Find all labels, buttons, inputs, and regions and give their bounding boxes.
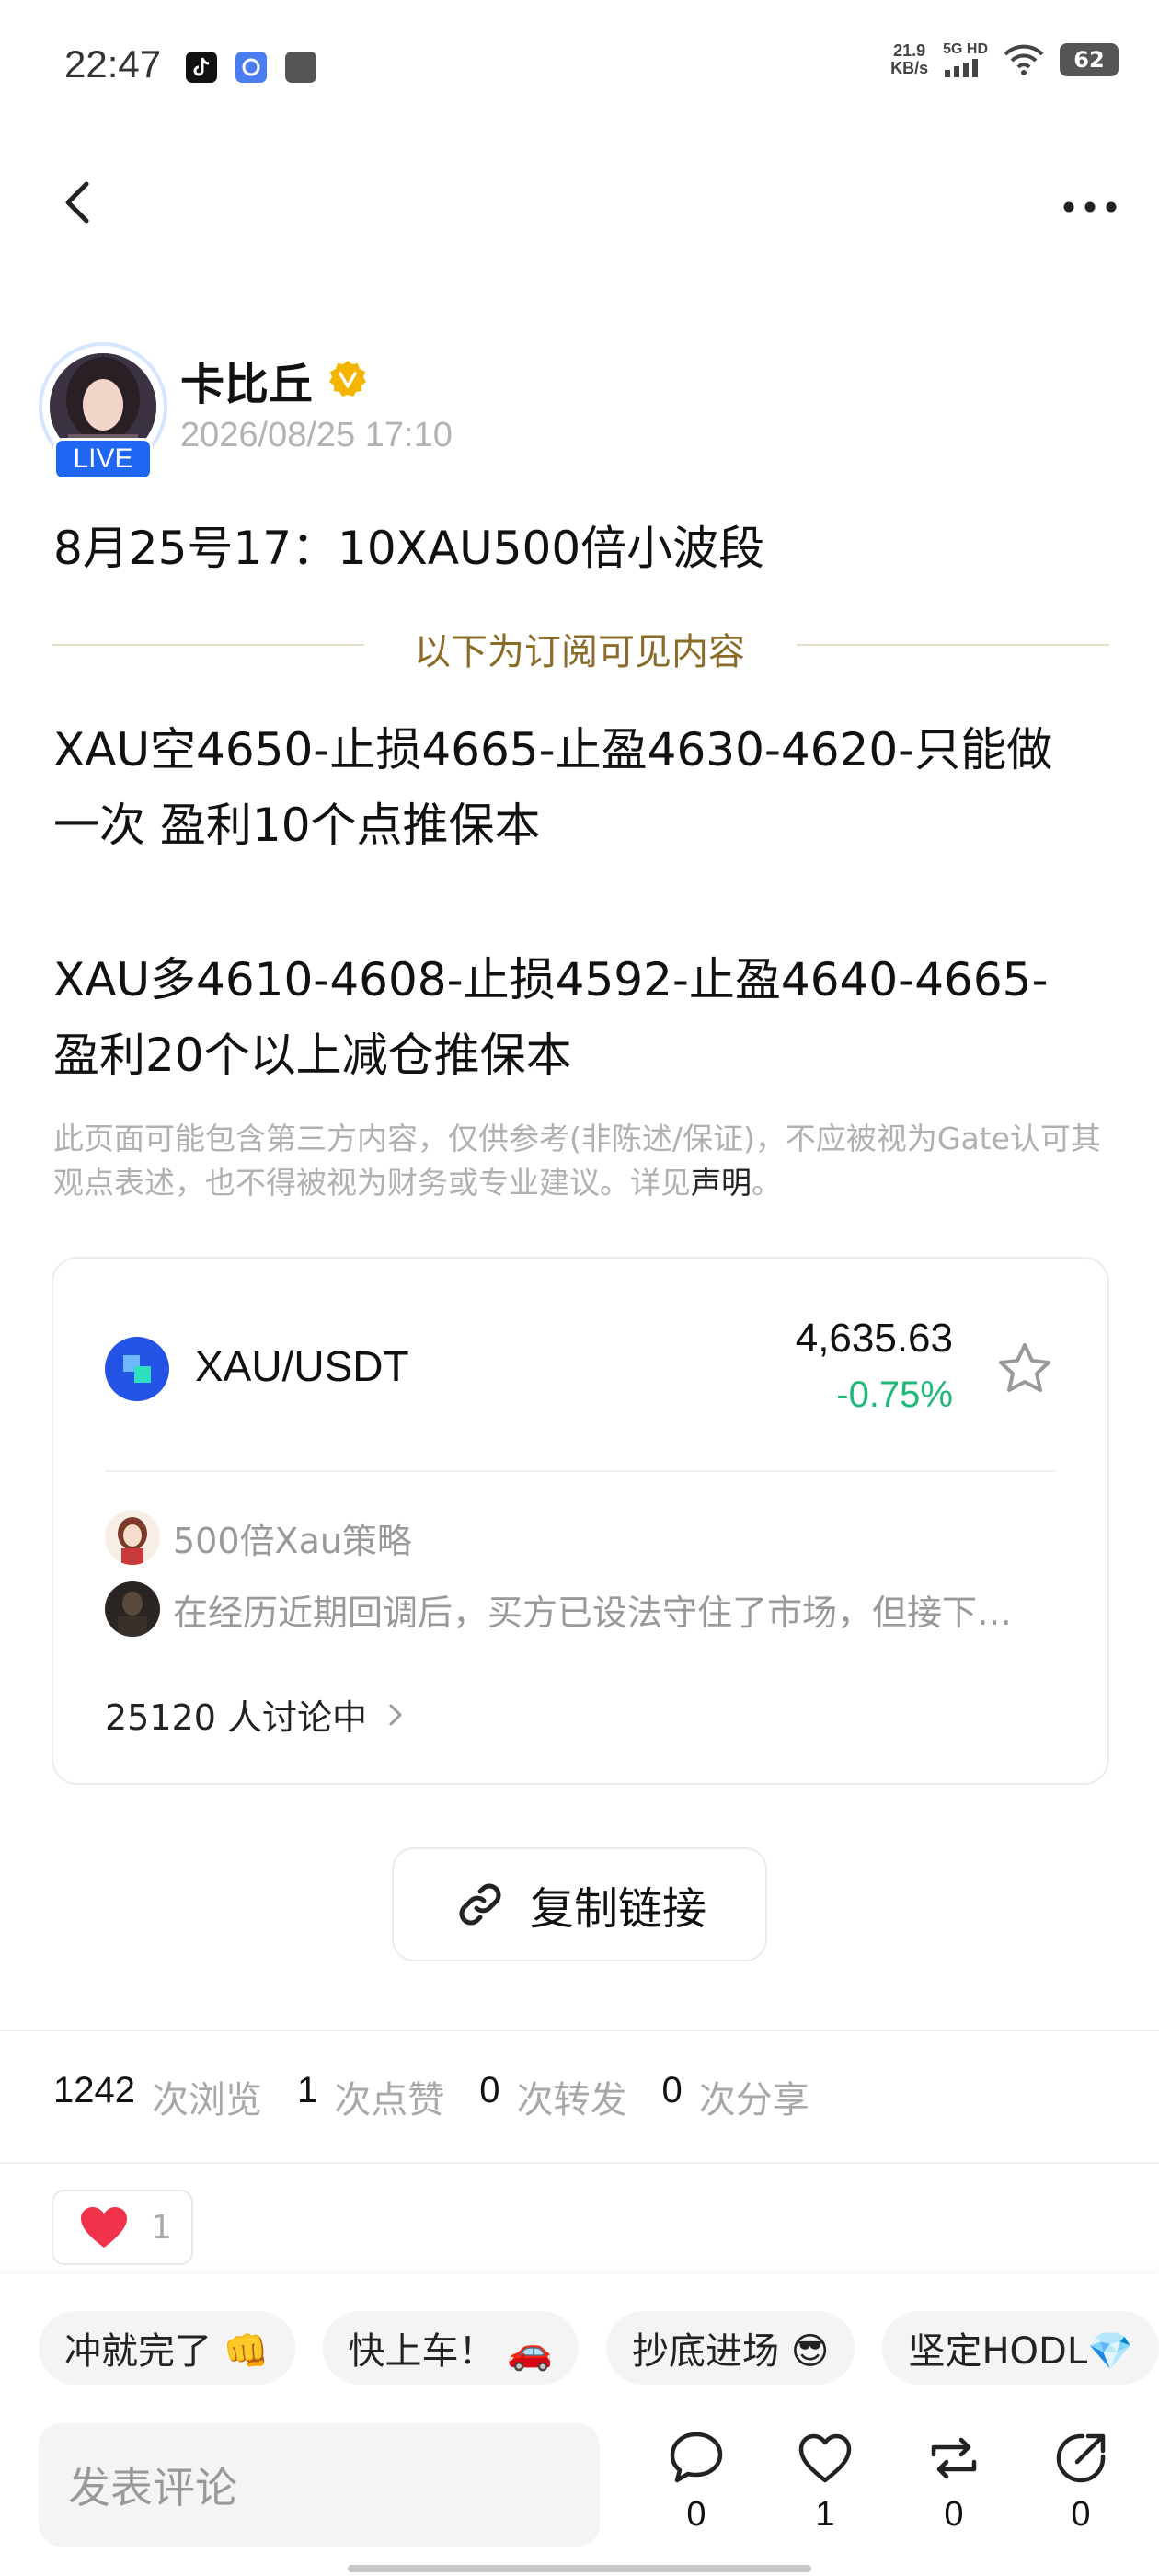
signal-icon: 5G HD	[943, 42, 988, 77]
discussion-item[interactable]: 500倍Xau策略	[105, 1509, 412, 1566]
more-options-button[interactable]	[1058, 184, 1122, 230]
discussion-item[interactable]: 在经历近期回调后，买方已设法守住了市场，但接下…	[105, 1581, 1012, 1638]
disclaimer: 此页面可能包含第三方内容，仅供参考(非陈述/保证)，不应被视为Gate认可其观点…	[53, 1121, 1101, 1201]
repost-icon	[931, 2437, 977, 2479]
author-name[interactable]: 卡比丘	[180, 348, 313, 412]
post-body-paragraph: XAU多4610-4608-止损4592-止盈4640-4665- 盈利20个以…	[53, 953, 1049, 1082]
verified-badge-icon	[329, 361, 366, 397]
network-speed: 21.9 KB/s	[890, 41, 929, 77]
quick-reply-chip[interactable]: 抄底进场 😎	[606, 2311, 855, 2385]
share-icon	[1056, 2433, 1106, 2483]
share-button[interactable]: 0	[1039, 2429, 1122, 2548]
coin-icon	[105, 1337, 169, 1401]
market-card[interactable]: XAU/USDT 4,635.63 -0.75% 500倍Xau策略 在经历近期…	[52, 1257, 1109, 1785]
quick-reply-chip[interactable]: 坚定HODL💎	[882, 2311, 1159, 2385]
quick-reply-chip[interactable]: 冲就完了 👊	[39, 2311, 295, 2385]
discussion-count-link[interactable]: 25120 人讨论中	[105, 1689, 406, 1740]
avatar	[105, 1510, 160, 1565]
trading-pair[interactable]: XAU/USDT	[195, 1341, 409, 1391]
post-timestamp: 2026/08/25 17:10	[180, 416, 453, 454]
comment-button[interactable]: 0	[655, 2429, 738, 2548]
post-body-paragraph: XAU空4650-止损4665-止盈4630-4620-只能做 一次 盈利10个…	[53, 723, 1053, 852]
avatar	[105, 1581, 160, 1637]
chevron-left-icon	[65, 181, 89, 224]
clock: 22:47	[64, 42, 162, 86]
heart-outline-icon	[798, 2433, 852, 2483]
comment-input[interactable]: 发表评论	[39, 2423, 600, 2547]
more-dots-icon	[1063, 201, 1117, 213]
statement-link[interactable]: 声明	[691, 1165, 752, 1201]
home-indicator[interactable]	[348, 2565, 811, 2572]
post-title: 8月25号17：10XAU500倍小波段	[53, 522, 765, 575]
post-stats: 1242 次浏览 1 次点赞 0 次转发 0 次分享	[53, 2070, 809, 2122]
status-bar: 22:47 21.9 KB/s 5G HD 62	[0, 0, 1159, 138]
price-change: -0.75%	[836, 1374, 953, 1415]
comment-icon	[670, 2432, 723, 2483]
heart-reaction[interactable]: 1	[52, 2190, 193, 2265]
back-button[interactable]	[55, 175, 101, 230]
wifi-icon	[1004, 44, 1044, 75]
star-icon[interactable]	[995, 1340, 1054, 1398]
divider	[0, 2030, 1159, 2031]
subscriber-content-label: 以下为订阅可见内容	[414, 631, 745, 673]
divider	[105, 1470, 1056, 1472]
divider	[0, 2162, 1159, 2164]
tiktok-icon	[186, 52, 217, 83]
heart-icon	[81, 2207, 127, 2248]
live-badge: LIVE	[53, 438, 153, 480]
copy-link-button[interactable]: 复制链接	[392, 1847, 767, 1961]
quick-reply-chip[interactable]: 快上车！ 🚗	[322, 2311, 580, 2385]
like-button[interactable]: 1	[784, 2429, 866, 2548]
price: 4,635.63	[795, 1316, 953, 1361]
author-avatar[interactable]: LIVE	[39, 342, 167, 480]
app-notification-icon	[235, 52, 267, 83]
app-notification-icon	[285, 52, 316, 83]
battery-indicator: 62	[1060, 43, 1119, 76]
chevron-right-icon	[389, 1704, 403, 1725]
link-icon	[459, 1883, 501, 1926]
bottom-bar: 冲就完了 👊 快上车！ 🚗 抄底进场 😎 坚定HODL💎 发表评论 0 1 0 …	[0, 2274, 1159, 2576]
repost-button[interactable]: 0	[912, 2429, 995, 2548]
quick-replies: 冲就完了 👊 快上车！ 🚗 抄底进场 😎 坚定HODL💎	[39, 2311, 1159, 2385]
